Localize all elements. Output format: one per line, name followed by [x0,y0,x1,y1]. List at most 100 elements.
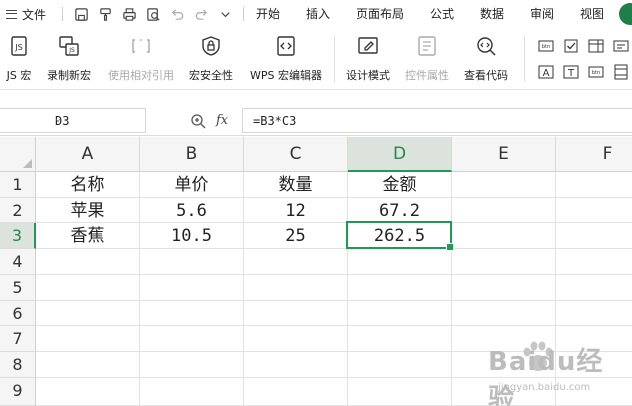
row-header-6[interactable]: 6 [0,301,36,326]
undo-icon[interactable] [165,0,189,28]
name-box[interactable]: D3 ⌄ [0,108,146,133]
empty-cell[interactable] [348,301,452,326]
function-icon[interactable]: fx [216,113,228,128]
cell-b1[interactable]: 单价 [140,172,244,198]
cell-a2[interactable]: 苹果 [36,198,140,223]
label-control-icon[interactable]: A [538,64,554,80]
scroll-control-icon[interactable] [613,64,629,80]
js-macro-button[interactable]: JS JS 宏 [4,34,34,83]
empty-cell[interactable] [348,249,452,275]
button-control-icon[interactable]: btn [538,38,554,54]
column-header-c[interactable]: C [244,137,348,172]
empty-cell[interactable] [36,378,140,406]
empty-cell[interactable] [452,172,556,198]
design-mode-button[interactable]: 设计模式 [342,34,394,83]
save-icon[interactable] [69,0,93,28]
account-icon[interactable] [619,3,632,25]
cell-c1[interactable]: 数量 [244,172,348,198]
empty-cell[interactable] [244,326,348,352]
tab-data[interactable]: 数据 [480,0,504,28]
empty-cell[interactable] [556,249,632,275]
tab-insert[interactable]: 插入 [306,0,330,28]
tab-view[interactable]: 视图 [580,0,604,28]
empty-cell[interactable] [36,275,140,301]
empty-cell[interactable] [36,352,140,378]
row-header-1[interactable]: 1 [0,172,36,198]
empty-cell[interactable] [140,301,244,326]
row-header-4[interactable]: 4 [0,249,36,275]
empty-cell[interactable] [140,249,244,275]
empty-cell[interactable] [348,275,452,301]
tab-formulas[interactable]: 公式 [430,0,454,28]
empty-cell[interactable] [348,378,452,406]
tab-review[interactable]: 审阅 [530,0,554,28]
record-macro-button[interactable]: JS 录制新宏 [43,34,95,83]
empty-cell[interactable] [556,301,632,326]
column-header-a[interactable]: A [36,137,140,172]
row-header-3[interactable]: 3 [0,223,36,249]
empty-cell[interactable] [244,378,348,406]
zoom-icon[interactable] [190,113,206,129]
format-painter-icon[interactable] [93,0,117,28]
cell-d1[interactable]: 金额 [348,172,452,198]
column-header-f[interactable]: F [556,137,632,172]
row-header-2[interactable]: 2 [0,198,36,223]
row-header-8[interactable]: 8 [0,352,36,378]
empty-cell[interactable] [244,301,348,326]
print-preview-icon[interactable] [141,0,165,28]
row-header-7[interactable]: 7 [0,326,36,352]
empty-cell[interactable] [348,326,452,352]
chevron-down-icon[interactable]: ⌄ [55,113,141,124]
empty-cell[interactable] [556,223,632,249]
empty-cell[interactable] [556,275,632,301]
empty-cell[interactable] [452,198,556,223]
empty-cell[interactable] [140,352,244,378]
column-header-e[interactable]: E [452,137,556,172]
column-header-d[interactable]: D [348,137,452,172]
textbox-control-icon[interactable]: T [563,64,579,80]
cell-a1[interactable]: 名称 [36,172,140,198]
empty-cell[interactable] [244,249,348,275]
empty-cell[interactable] [36,326,140,352]
tab-home[interactable]: 开始 [256,0,280,28]
empty-cell[interactable] [140,326,244,352]
redo-icon[interactable] [189,0,213,28]
view-code-button[interactable]: 查看代码 [460,34,512,83]
file-menu[interactable]: 文件 [0,0,56,28]
listbox-control-icon[interactable]: btn [588,64,604,80]
cell-b3[interactable]: 10.5 [140,223,244,249]
empty-cell[interactable] [244,352,348,378]
empty-cell[interactable] [452,249,556,275]
cell-c2[interactable]: 12 [244,198,348,223]
column-header-b[interactable]: B [140,137,244,172]
tab-page-layout[interactable]: 页面布局 [356,0,404,28]
cell-c3[interactable]: 25 [244,223,348,249]
empty-cell[interactable] [556,198,632,223]
checkbox-control-icon[interactable] [563,38,579,54]
empty-cell[interactable] [452,301,556,326]
empty-cell[interactable] [556,172,632,198]
combobox-control-icon[interactable] [588,38,604,54]
cell-d3[interactable]: 262.5 [348,223,452,249]
empty-cell[interactable] [140,378,244,406]
macro-editor-button[interactable]: WPS 宏编辑器 [245,34,327,83]
button-control-icon[interactable] [613,38,629,54]
empty-cell[interactable] [140,275,244,301]
empty-cell[interactable] [36,249,140,275]
print-icon[interactable] [117,0,141,28]
empty-cell[interactable] [452,275,556,301]
cell-d2[interactable]: 67.2 [348,198,452,223]
macro-security-button[interactable]: 宏安全性 [185,34,237,83]
empty-cell[interactable] [348,352,452,378]
cell-a3[interactable]: 香蕉 [36,223,140,249]
cell-b2[interactable]: 5.6 [140,198,244,223]
relative-reference-button[interactable]: “ 使用相对引用 [104,34,178,83]
formula-input[interactable]: =B3*C3 [242,108,632,133]
row-header-5[interactable]: 5 [0,275,36,301]
empty-cell[interactable] [244,275,348,301]
control-properties-button[interactable]: 控件属性 [401,34,453,83]
empty-cell[interactable] [452,223,556,249]
select-all-corner[interactable] [0,137,36,172]
row-header-9[interactable]: 9 [0,378,36,406]
chevron-down-icon[interactable] [213,0,237,28]
